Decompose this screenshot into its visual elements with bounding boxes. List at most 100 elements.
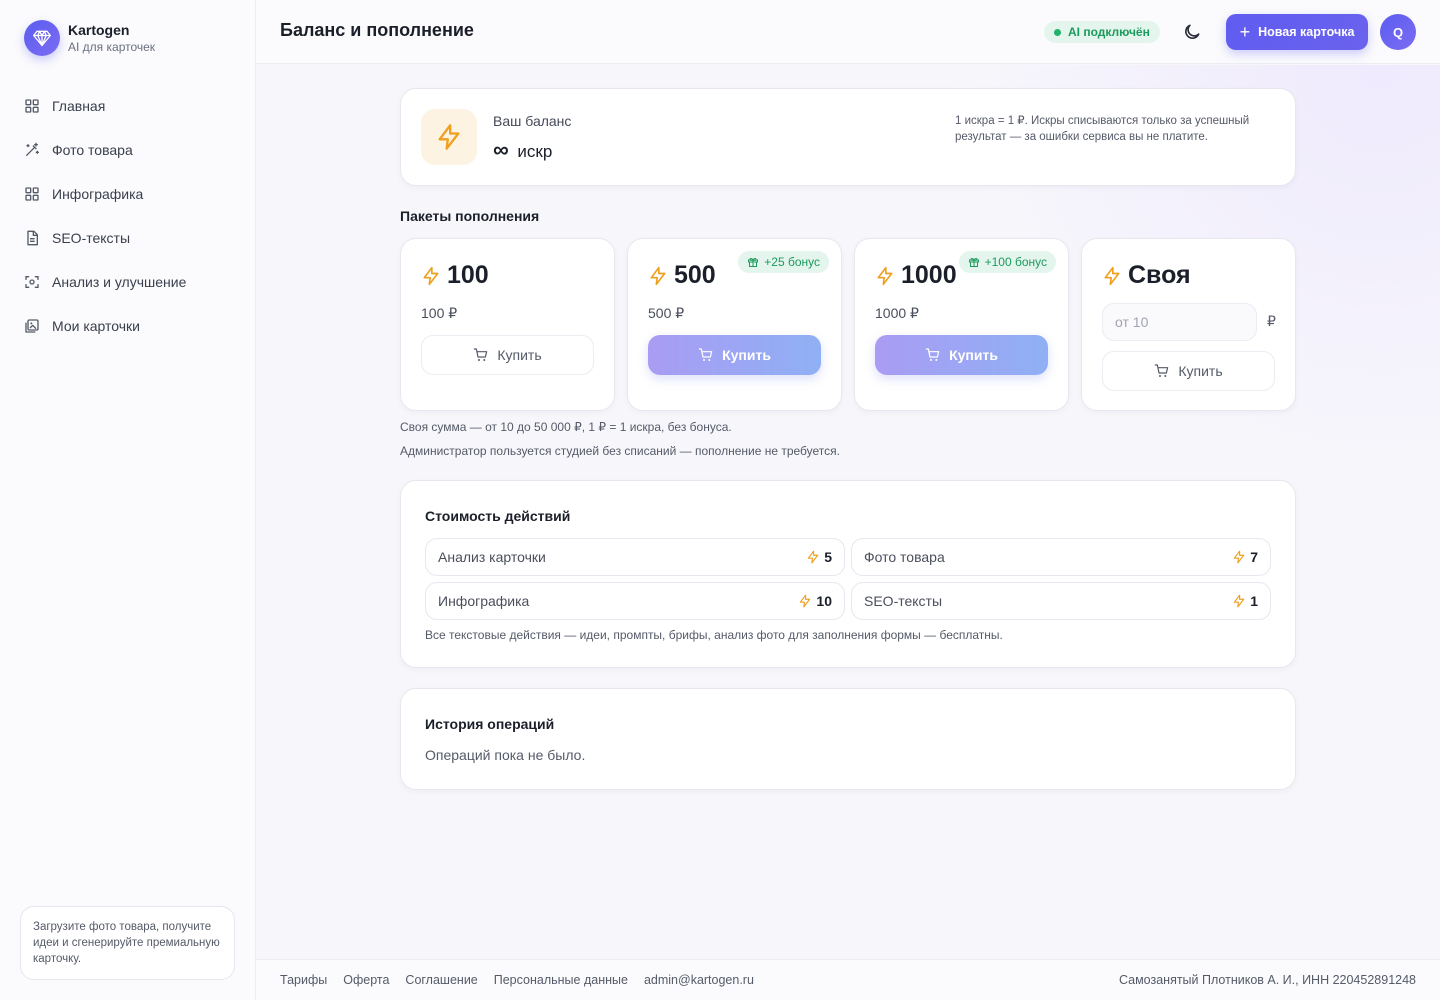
cost-number: 7 bbox=[1250, 549, 1258, 565]
footer-link-email[interactable]: admin@kartogen.ru bbox=[644, 973, 754, 987]
balance-label: Ваш баланс bbox=[493, 113, 572, 129]
footer-links: Тарифы Оферта Соглашение Персональные да… bbox=[280, 973, 770, 987]
balance-card: Ваш баланс ∞ искр 1 искра = 1 ₽. Искры с… bbox=[400, 88, 1296, 186]
sidebar-item-my-cards[interactable]: Мои карточки bbox=[24, 304, 186, 348]
bonus-label: +25 бонус bbox=[764, 255, 820, 269]
buy-button[interactable]: Купить bbox=[875, 335, 1048, 375]
package-card-1000: +100 бонус 1000 1000 ₽ Купить bbox=[854, 238, 1069, 411]
cart-icon bbox=[473, 347, 489, 363]
buy-button[interactable]: Купить bbox=[1102, 351, 1275, 391]
package-card-custom: Своя ₽ Купить bbox=[1081, 238, 1296, 411]
package-price: 1000 ₽ bbox=[875, 305, 919, 321]
sidebar-item-label: SEO-тексты bbox=[52, 230, 131, 246]
history-empty-text: Операций пока не было. bbox=[425, 747, 586, 763]
package-amount: 500 bbox=[648, 261, 716, 290]
gift-icon bbox=[747, 256, 759, 268]
package-amount-value: 1000 bbox=[901, 261, 957, 289]
sidebar-item-label: Мои карточки bbox=[52, 318, 140, 334]
ai-status-badge: AI подключён bbox=[1044, 21, 1160, 43]
bolt-icon bbox=[421, 266, 441, 286]
package-amount-value: 100 bbox=[447, 261, 489, 289]
cost-value: 1 bbox=[1232, 593, 1258, 609]
currency-sign: ₽ bbox=[1267, 313, 1276, 329]
sidebar-item-label: Фото товара bbox=[52, 142, 133, 158]
costs-card: Стоимость действий Анализ карточки 5 Фот… bbox=[400, 480, 1296, 668]
footer-legal: Самозанятый Плотников А. И., ИНН 2204528… bbox=[1118, 973, 1416, 987]
avatar[interactable]: Q bbox=[1380, 14, 1416, 50]
footer-link-personal-data[interactable]: Персональные данные bbox=[494, 973, 628, 987]
cost-name: Инфографика bbox=[438, 593, 530, 609]
cost-number: 10 bbox=[816, 593, 832, 609]
package-card-500: +25 бонус 500 500 ₽ Купить bbox=[627, 238, 842, 411]
package-amount: Своя bbox=[1102, 261, 1191, 290]
buy-label: Купить bbox=[722, 347, 771, 363]
package-card-100: 100 100 ₽ Купить bbox=[400, 238, 615, 411]
bolt-icon bbox=[648, 266, 668, 286]
footer-link-offer[interactable]: Оферта bbox=[343, 973, 389, 987]
theme-toggle-button[interactable] bbox=[1182, 22, 1202, 42]
cost-item: Анализ карточки 5 bbox=[425, 538, 845, 576]
brand[interactable]: Kartogen AI для карточек bbox=[24, 20, 155, 56]
document-icon bbox=[27, 230, 38, 246]
sidebar-item-home[interactable]: Главная bbox=[24, 84, 186, 128]
balance-note: 1 искра = 1 ₽. Искры списываются только … bbox=[955, 115, 1250, 143]
bolt-icon bbox=[1232, 594, 1246, 608]
package-amount: 1000 bbox=[875, 261, 957, 290]
sidebar-item-label: Анализ и улучшение bbox=[52, 274, 187, 290]
cost-value: 7 bbox=[1232, 549, 1258, 565]
cost-name: SEO-тексты bbox=[864, 593, 943, 609]
moon-icon bbox=[1185, 24, 1200, 39]
cost-value: 10 bbox=[798, 593, 832, 609]
bolt-icon bbox=[1232, 550, 1246, 564]
buy-button[interactable]: Купить bbox=[648, 335, 821, 375]
cost-name: Анализ карточки bbox=[438, 549, 546, 565]
balance-unit: искр bbox=[517, 142, 553, 161]
sidebar-item-label: Главная bbox=[52, 98, 106, 114]
custom-amount-input[interactable] bbox=[1102, 303, 1257, 341]
status-dot-icon bbox=[1054, 28, 1061, 36]
cost-item: Инфографика 10 bbox=[425, 582, 845, 620]
bonus-label: +100 бонус bbox=[984, 255, 1047, 269]
brand-subtitle: AI для карточек bbox=[68, 40, 156, 54]
buy-label: Купить bbox=[1178, 363, 1223, 379]
footer: Тарифы Оферта Соглашение Персональные да… bbox=[256, 959, 1440, 1000]
buy-button[interactable]: Купить bbox=[421, 335, 594, 375]
sidebar-item-infographics[interactable]: Инфографика bbox=[24, 172, 186, 216]
bolt-icon bbox=[806, 550, 820, 564]
footer-link-tariffs[interactable]: Тарифы bbox=[280, 973, 327, 987]
sidebar-item-label: Инфографика bbox=[52, 186, 144, 202]
grid-icon bbox=[25, 187, 39, 201]
custom-amount-hint: Своя сумма — от 10 до 50 000 ₽, 1 ₽ = 1 … bbox=[400, 420, 732, 434]
bolt-icon bbox=[798, 594, 812, 608]
packages-title: Пакеты пополнения bbox=[400, 208, 540, 224]
history-title: История операций bbox=[425, 716, 555, 732]
package-price: 500 ₽ bbox=[648, 305, 685, 321]
footer-link-agreement[interactable]: Соглашение bbox=[405, 973, 477, 987]
costs-note: Все текстовые действия — идеи, промпты, … bbox=[425, 628, 1003, 642]
magic-wand-icon bbox=[26, 142, 39, 156]
history-card: История операций Операций пока не было. bbox=[400, 688, 1296, 790]
buy-label: Купить bbox=[949, 347, 998, 363]
cart-icon bbox=[925, 347, 941, 363]
sidebar-item-analysis[interactable]: Анализ и улучшение bbox=[24, 260, 186, 304]
admin-hint: Администратор пользуется студией без спи… bbox=[400, 444, 840, 458]
scan-icon bbox=[25, 276, 39, 288]
sidebar-item-product-photo[interactable]: Фото товара bbox=[24, 128, 186, 172]
bonus-badge: +25 бонус bbox=[738, 251, 829, 273]
buy-label: Купить bbox=[497, 347, 542, 363]
bolt-icon bbox=[1102, 266, 1122, 286]
package-amount-value: 500 bbox=[674, 261, 716, 289]
balance-value: ∞ искр bbox=[493, 137, 552, 163]
new-card-button[interactable]: + Новая карточка bbox=[1226, 14, 1368, 50]
plus-icon: + bbox=[1239, 22, 1251, 42]
sidebar-tip: Загрузите фото товара, получите идеи и с… bbox=[20, 906, 235, 980]
grid-icon bbox=[25, 99, 39, 113]
cost-number: 5 bbox=[824, 549, 832, 565]
cart-icon bbox=[698, 347, 714, 363]
sidebar-item-seo[interactable]: SEO-тексты bbox=[24, 216, 186, 260]
sidebar-nav: Главная Фото товара Инфографика SEO-текс… bbox=[24, 84, 186, 348]
cost-item: Фото товара 7 bbox=[851, 538, 1271, 576]
package-amount-value: Своя bbox=[1128, 261, 1191, 289]
ai-status-label: AI подключён bbox=[1068, 25, 1150, 39]
costs-title: Стоимость действий bbox=[425, 508, 571, 524]
